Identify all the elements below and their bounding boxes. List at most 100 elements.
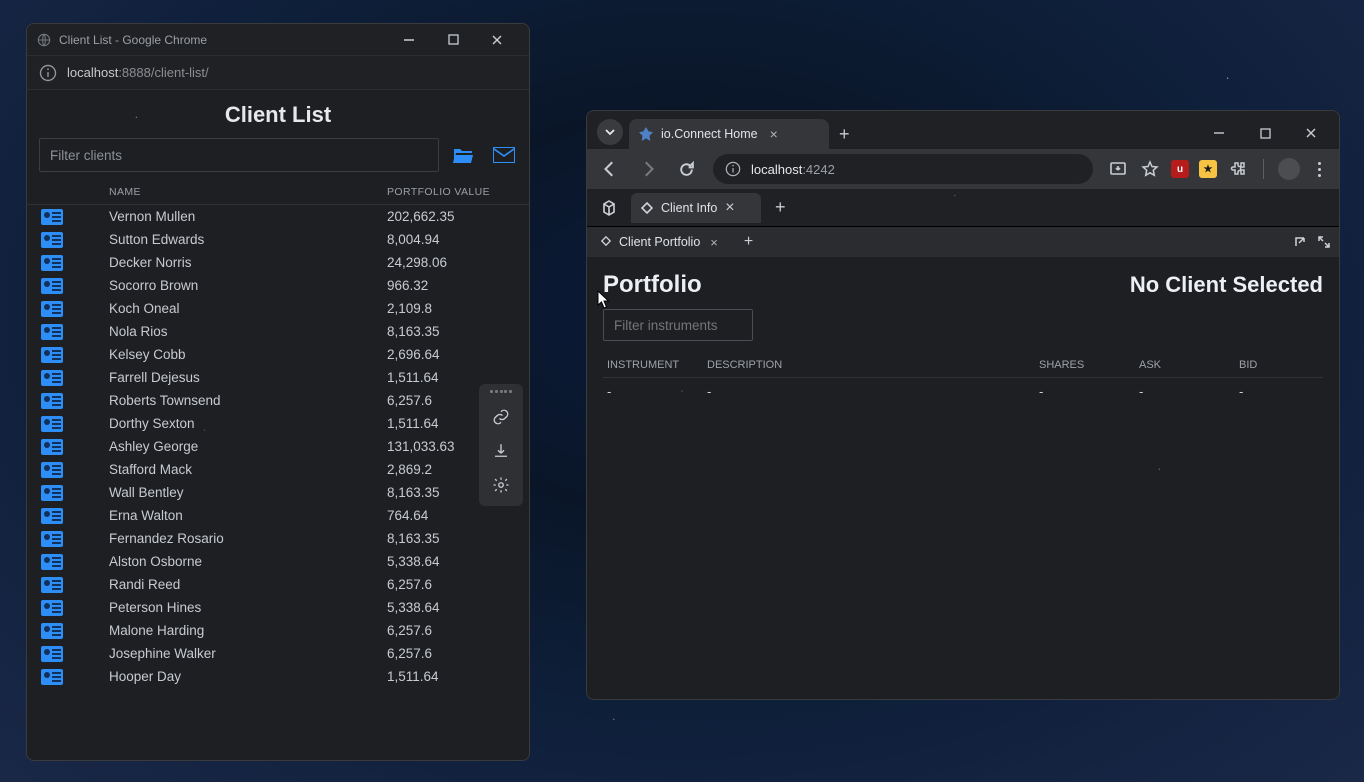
page-title: Client List (27, 102, 529, 128)
no-client-label: No Client Selected (1130, 272, 1323, 298)
col-bid: BID (1239, 359, 1319, 371)
gear-icon[interactable] (486, 470, 516, 500)
forward-button[interactable] (631, 152, 665, 186)
close-button[interactable] (1289, 119, 1333, 147)
site-info-icon[interactable] (39, 64, 57, 82)
tab-close-icon[interactable]: × (766, 126, 782, 142)
col-instrument: INSTRUMENT (607, 359, 707, 371)
client-row[interactable]: Nola Rios8,163.35 (27, 320, 529, 343)
browser-tab[interactable]: io.Connect Home × (629, 119, 829, 149)
new-panel-tab-button[interactable]: + (736, 233, 761, 251)
toolbar-icons: u ★ (1103, 158, 1333, 180)
diamond-icon (601, 236, 613, 248)
url-port: :8888 (118, 65, 151, 80)
contact-card-icon (41, 646, 63, 662)
profile-avatar[interactable] (1278, 158, 1300, 180)
minimize-button[interactable] (387, 26, 431, 54)
cell: - (1139, 384, 1239, 399)
tabs-dropdown-button[interactable] (597, 119, 623, 145)
cell: - (1239, 384, 1319, 399)
cell: - (707, 384, 1039, 399)
client-name: Farrell Dejesus (109, 370, 387, 385)
portfolio-empty-row: - - - - - (603, 378, 1323, 405)
client-row[interactable]: Kelsey Cobb2,696.64 (27, 343, 529, 366)
client-row[interactable]: Vernon Mullen202,662.35 (27, 205, 529, 228)
client-name: Erna Walton (109, 508, 387, 523)
client-portfolio-value: 5,338.64 (387, 554, 507, 569)
contact-card-icon (41, 439, 63, 455)
client-row[interactable]: Hooper Day1,511.64 (27, 665, 529, 688)
client-row[interactable]: Ashley George131,033.63 (27, 435, 529, 458)
client-row[interactable]: Malone Harding6,257.6 (27, 619, 529, 642)
omnibox[interactable]: localhost:4242 (713, 154, 1093, 184)
client-row[interactable]: Koch Oneal2,109.8 (27, 297, 529, 320)
client-row[interactable]: Josephine Walker6,257.6 (27, 642, 529, 665)
new-tab-button[interactable]: + (835, 124, 858, 149)
address-bar: localhost:4242 u ★ (587, 149, 1339, 189)
close-button[interactable] (475, 26, 519, 54)
client-row[interactable]: Erna Walton764.64 (27, 504, 529, 527)
side-toolbar[interactable] (479, 384, 523, 506)
contact-card-icon (41, 531, 63, 547)
mail-icon[interactable] (491, 144, 517, 166)
client-row[interactable]: Randi Reed6,257.6 (27, 573, 529, 596)
filter-instruments-input[interactable] (603, 309, 753, 341)
client-row[interactable]: Alston Osborne5,338.64 (27, 550, 529, 573)
omnibox-text: localhost:4242 (751, 162, 835, 177)
client-row[interactable]: Peterson Hines5,338.64 (27, 596, 529, 619)
maximize-button[interactable] (431, 26, 475, 54)
drag-grip-icon[interactable] (490, 390, 512, 396)
client-row[interactable]: Roberts Townsend6,257.6 (27, 389, 529, 412)
panel-tab-close-icon[interactable]: × (706, 235, 722, 250)
back-button[interactable] (593, 152, 627, 186)
client-row[interactable]: Stafford Mack2,869.2 (27, 458, 529, 481)
reload-button[interactable] (669, 152, 703, 186)
divider (1263, 159, 1264, 179)
panel-tab-client-portfolio[interactable]: Client Portfolio × (595, 235, 728, 250)
link-icon[interactable] (486, 402, 516, 432)
client-row[interactable]: Dorthy Sexton1,511.64 (27, 412, 529, 435)
expand-icon[interactable] (1317, 235, 1331, 249)
new-workspace-tab-button[interactable]: + (767, 197, 794, 218)
popout-icon[interactable] (1293, 235, 1307, 249)
workspace-logo-icon[interactable] (597, 196, 621, 220)
client-row[interactable]: Sutton Edwards8,004.94 (27, 228, 529, 251)
bookmark-star-icon[interactable] (1139, 158, 1161, 180)
contact-card-icon (41, 209, 63, 225)
workspace-tab-close-icon[interactable]: × (725, 199, 734, 217)
client-name: Stafford Mack (109, 462, 387, 477)
client-row[interactable]: Socorro Brown966.32 (27, 274, 529, 297)
client-portfolio-value: 202,662.35 (387, 209, 507, 224)
folder-open-icon[interactable] (451, 144, 477, 166)
extensions-puzzle-icon[interactable] (1227, 158, 1249, 180)
download-icon[interactable] (486, 436, 516, 466)
col-ask: ASK (1139, 359, 1239, 371)
contact-card-icon (41, 600, 63, 616)
client-row[interactable]: Wall Bentley8,163.35 (27, 481, 529, 504)
minimize-button[interactable] (1197, 119, 1241, 147)
client-portfolio-value: 5,338.64 (387, 600, 507, 615)
client-row[interactable]: Farrell Dejesus1,511.64 (27, 366, 529, 389)
portfolio-table-header: INSTRUMENT DESCRIPTION SHARES ASK BID (603, 351, 1323, 378)
site-info-icon[interactable] (725, 161, 741, 177)
extension-ublock-icon[interactable]: u (1171, 160, 1189, 178)
url-port: :4242 (802, 162, 835, 177)
extension-badge-icon[interactable]: ★ (1199, 160, 1217, 178)
client-name: Randi Reed (109, 577, 387, 592)
client-row[interactable]: Decker Norris24,298.06 (27, 251, 529, 274)
col-shares: SHARES (1039, 359, 1139, 371)
kebab-menu-icon[interactable] (1310, 162, 1329, 177)
client-list-window: Client List - Google Chrome localhost:88… (26, 23, 530, 761)
maximize-button[interactable] (1243, 119, 1287, 147)
url-text[interactable]: localhost:8888/client-list/ (67, 65, 209, 80)
client-portfolio-value: 8,163.35 (387, 531, 507, 546)
contact-card-icon (41, 278, 63, 294)
workspace-tab-client-info[interactable]: Client Info × (631, 193, 761, 223)
client-portfolio-value: 1,511.64 (387, 370, 507, 385)
filter-clients-input[interactable] (39, 138, 439, 172)
install-app-icon[interactable] (1107, 158, 1129, 180)
browser-tabsbar: io.Connect Home × + (587, 111, 1339, 149)
client-row[interactable]: Fernandez Rosario8,163.35 (27, 527, 529, 550)
panel-controls (1293, 235, 1331, 249)
client-portfolio-value: 1,511.64 (387, 669, 507, 684)
